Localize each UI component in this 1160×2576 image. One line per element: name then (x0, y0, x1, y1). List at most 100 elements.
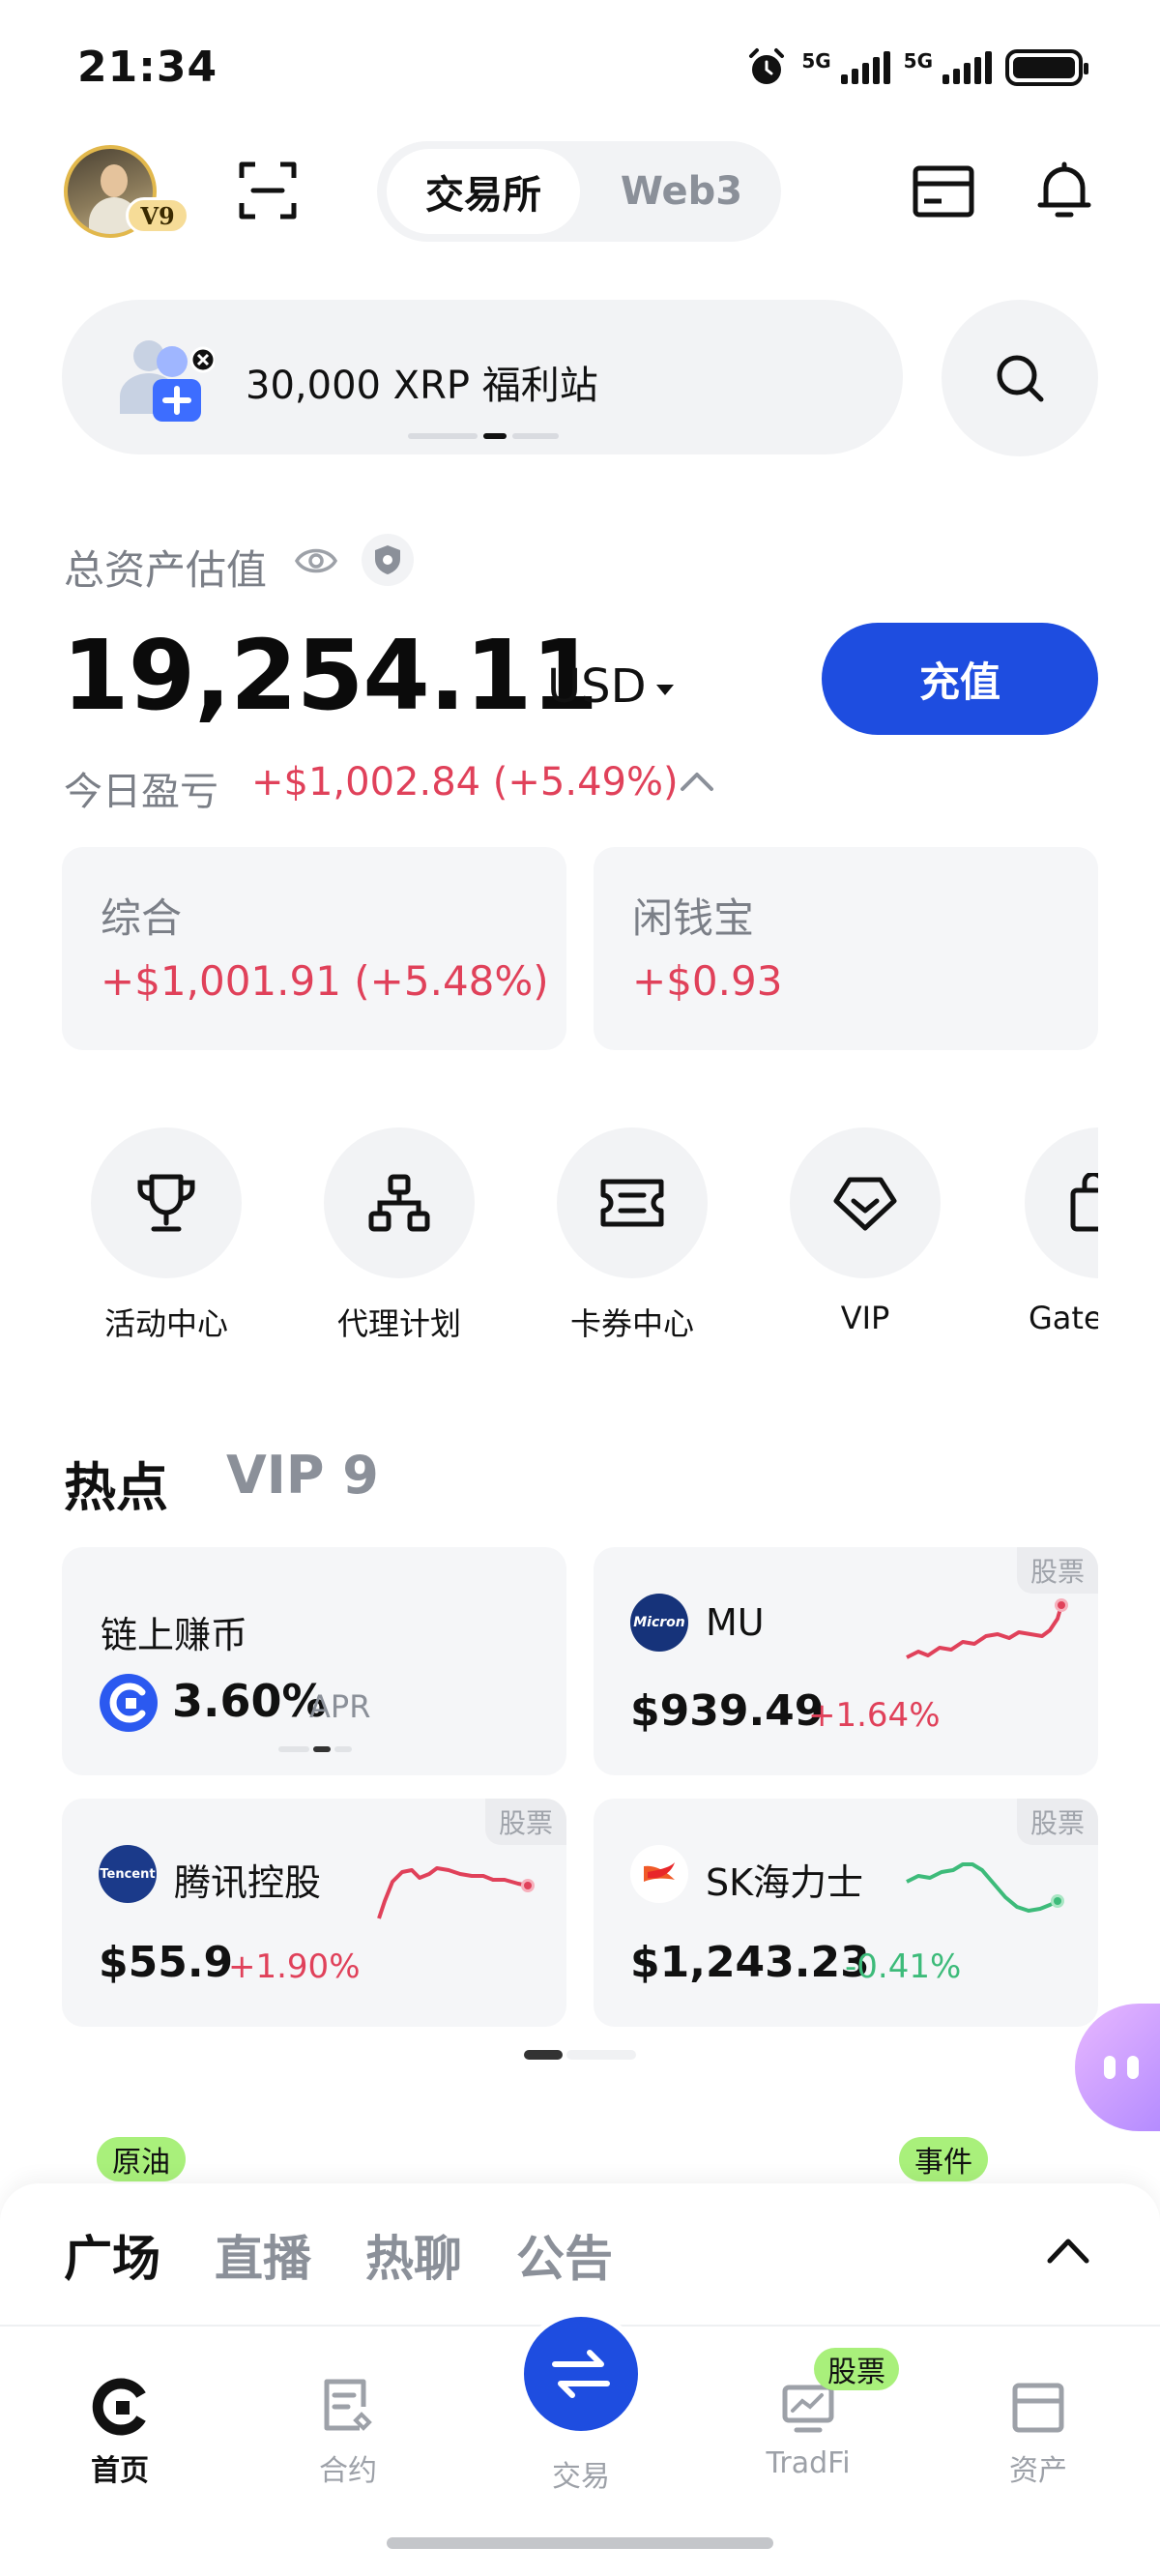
micron-logo: Micron (630, 1594, 688, 1652)
sparkline-tencent (377, 1866, 535, 1919)
search-button[interactable] (942, 300, 1098, 456)
hot-card-name: SK海力士 (706, 1861, 864, 1904)
hot-card-price: $939.49 (630, 1686, 825, 1736)
scan-icon[interactable] (238, 161, 298, 220)
tab-label: 合约 (319, 2454, 377, 2488)
currency-selector[interactable]: USD (547, 659, 674, 714)
currency-label: USD (547, 659, 647, 714)
hot-card-price: $55.9 (99, 1938, 234, 1987)
stock-tag: 股票 (1016, 1547, 1098, 1594)
sparkline-sk-hynix (906, 1862, 1064, 1913)
feed-tab-live[interactable]: 直播 (215, 2220, 311, 2290)
tradfi-stock-badge: 股票 (814, 2348, 899, 2390)
trophy-icon (137, 1174, 195, 1232)
hot-card-name: MU (706, 1601, 765, 1644)
vip-level-badge: V9 (126, 197, 189, 234)
pnl-card-title: 综合 (101, 894, 183, 942)
stock-tag: 股票 (484, 1799, 566, 1845)
hot-card-change: +1.64% (808, 1696, 941, 1735)
hot-card-price: $1,243.23 (630, 1938, 870, 1987)
feed-tab-chat[interactable]: 热聊 (365, 2220, 462, 2290)
network-label-1: 5G (801, 49, 831, 73)
quick-action-coupons[interactable]: 卡券中心 (555, 1127, 710, 1344)
quick-action-label: 卡券中心 (569, 1305, 694, 1342)
alarm-icon (749, 48, 785, 84)
news-tag-oil: 原油 (97, 2137, 186, 2181)
pnl-label: 今日盈亏 (64, 770, 218, 814)
hot-card-mu[interactable]: 股票 Micron MU $939.49 +1.64% (594, 1547, 1098, 1775)
tab-label: TradFi (766, 2446, 851, 2480)
hot-card-apr-unit: APR (309, 1688, 371, 1725)
card-icon[interactable] (913, 164, 974, 219)
tab-tradfi[interactable]: TradFi (740, 2377, 876, 2480)
tab-home[interactable]: 首页 (52, 2377, 188, 2489)
pnl-value: +$1,002.84 (+5.49%) (251, 760, 679, 805)
tab-assets[interactable]: 资产 (971, 2377, 1106, 2489)
news-tag-event: 事件 (899, 2137, 988, 2181)
hot-card-earn[interactable]: 链上赚币 3.60% APR (62, 1547, 566, 1775)
ticket-icon (600, 1179, 664, 1227)
hot-card-change: -0.41% (845, 1947, 962, 1986)
quick-action-label: 活动中心 (103, 1305, 228, 1342)
hot-card-name: 链上赚币 (101, 1614, 248, 1656)
hot-section-title[interactable]: 热点 (64, 1445, 168, 1521)
status-time: 21:34 (77, 43, 218, 92)
org-chart-icon (368, 1174, 430, 1232)
tab-label-trade[interactable]: 交易 (522, 2452, 640, 2495)
diamond-icon (833, 1177, 897, 1231)
total-balance: 19,254.11 (62, 619, 598, 732)
sk-hynix-logo (630, 1845, 688, 1903)
banner-title: 30,000 XRP 福利站 (246, 364, 598, 408)
tab-web3[interactable]: Web3 (599, 149, 764, 234)
contract-icon (324, 2379, 372, 2431)
quick-action-gate[interactable]: Gate (1025, 1127, 1098, 1360)
deposit-button[interactable]: 充值 (822, 623, 1098, 735)
security-button[interactable] (362, 534, 414, 586)
quick-action-affiliate[interactable]: 代理计划 (322, 1127, 477, 1344)
feed-tab-square[interactable]: 广场 (64, 2220, 160, 2290)
hot-card-change: +1.90% (228, 1947, 361, 1986)
quick-action-label: VIP (840, 1300, 890, 1336)
pnl-card-title: 闲钱宝 (632, 894, 755, 942)
earn-logo-icon (100, 1674, 158, 1732)
status-icons: 5G 5G (745, 46, 1088, 89)
quick-action-label: Gate (1029, 1300, 1098, 1336)
bag-icon (1070, 1173, 1098, 1232)
caret-down-icon (655, 684, 674, 695)
quick-action-label: 代理计划 (336, 1305, 461, 1342)
tencent-logo: Tencent (99, 1845, 157, 1903)
hot-card-pager (278, 1746, 352, 1752)
hot-card-sk-hynix[interactable]: 股票 SK海力士 $1,243.23 -0.41% (594, 1799, 1098, 2027)
hot-section-vip[interactable]: VIP 9 (226, 1445, 379, 1506)
tab-label: 资产 (1009, 2454, 1067, 2488)
home-indicator[interactable] (387, 2537, 773, 2549)
chevron-up-icon[interactable] (1046, 2236, 1090, 2265)
quick-action-events[interactable]: 活动中心 (89, 1127, 244, 1344)
chevron-up-icon[interactable] (679, 768, 715, 795)
feed-tab-announcements[interactable]: 公告 (516, 2220, 613, 2290)
signal-icon (840, 51, 890, 84)
home-logo-icon (92, 2378, 146, 2436)
search-icon (997, 355, 1044, 402)
tab-exchange[interactable]: 交易所 (387, 149, 580, 234)
eye-icon[interactable] (294, 542, 338, 580)
sparkline-mu (906, 1598, 1068, 1659)
swap-arrows-icon (552, 2350, 610, 2398)
tab-futures[interactable]: 合约 (280, 2377, 416, 2489)
pnl-card-overall[interactable]: 综合 +$1,001.91 (+5.48%) (62, 847, 566, 1050)
banner-pager (408, 433, 559, 439)
asset-label: 总资产估值 (64, 546, 268, 594)
pnl-card-savings[interactable]: 闲钱宝 +$0.93 (594, 847, 1098, 1050)
signal-icon-2 (942, 51, 992, 84)
stock-tag: 股票 (1016, 1799, 1098, 1845)
invite-user-icon (120, 340, 215, 422)
hot-card-tencent[interactable]: 股票 Tencent 腾讯控股 $55.9 +1.90% (62, 1799, 566, 2027)
tab-label: 首页 (91, 2454, 149, 2488)
hot-card-name: 腾讯控股 (174, 1861, 322, 1904)
bell-icon[interactable] (1032, 159, 1096, 222)
hot-pager (524, 2050, 636, 2060)
battery-icon (1005, 49, 1088, 86)
quick-action-vip[interactable]: VIP (788, 1127, 942, 1336)
trade-fab-button[interactable] (518, 2311, 644, 2437)
wallet-icon (1012, 2383, 1064, 2433)
